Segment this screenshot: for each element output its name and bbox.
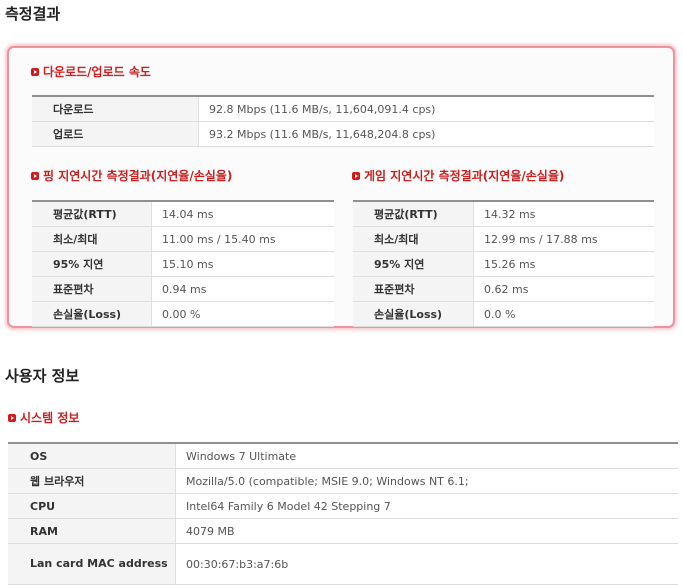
game-heading-label: 게임 지연시간 측정결과(지연율/손실율)	[364, 169, 565, 183]
table-row: 표준편차 0.62 ms	[353, 276, 654, 302]
section-bullet-icon	[31, 68, 39, 76]
speed-section-heading: 다운로드/업로드 속도	[31, 63, 151, 80]
ping-stddev-label: 표준편차	[32, 276, 152, 302]
game-loss-value: 0.0 %	[473, 301, 654, 327]
ping-rtt-value: 14.04 ms	[151, 201, 334, 227]
table-row: 95% 지연 15.10 ms	[32, 251, 334, 277]
table-row: 최소/최대 11.00 ms / 15.40 ms	[32, 226, 334, 252]
game-rtt-label: 평균값(RTT)	[353, 201, 474, 227]
download-value: 92.8 Mbps (11.6 MB/s, 11,604,091.4 cps)	[198, 96, 654, 122]
user-info-title: 사용자 정보	[5, 367, 80, 385]
game-minmax-value: 12.99 ms / 17.88 ms	[473, 226, 654, 252]
table-row: 95% 지연 15.26 ms	[353, 251, 654, 277]
system-heading-label: 시스템 정보	[20, 411, 80, 425]
table-row: CPU Intel64 Family 6 Model 42 Stepping 7	[8, 493, 678, 519]
table-row: 웹 브라우저 Mozilla/5.0 (compatible; MSIE 9.0…	[8, 468, 678, 494]
table-row: 손실율(Loss) 0.0 %	[353, 301, 654, 327]
browser-label: 웹 브라우저	[8, 468, 176, 494]
table-row: 최소/최대 12.99 ms / 17.88 ms	[353, 226, 654, 252]
game-loss-label: 손실율(Loss)	[353, 301, 474, 327]
ping-minmax-label: 최소/최대	[32, 226, 152, 252]
ping-minmax-value: 11.00 ms / 15.40 ms	[151, 226, 334, 252]
section-bullet-icon	[352, 172, 360, 180]
table-row: 다운로드 92.8 Mbps (11.6 MB/s, 11,604,091.4 …	[32, 96, 654, 122]
upload-value: 93.2 Mbps (11.6 MB/s, 11,648,204.8 cps)	[198, 121, 654, 147]
upload-label: 업로드	[32, 121, 199, 147]
os-value: Windows 7 Ultimate	[175, 443, 678, 469]
speed-heading-label: 다운로드/업로드 속도	[43, 65, 151, 79]
ping-p95-label: 95% 지연	[32, 251, 152, 277]
ping-loss-value: 0.00 %	[151, 301, 334, 327]
game-section-heading: 게임 지연시간 측정결과(지연율/손실율)	[352, 167, 564, 184]
table-row: 업로드 93.2 Mbps (11.6 MB/s, 11,648,204.8 c…	[32, 121, 654, 147]
game-rtt-value: 14.32 ms	[473, 201, 654, 227]
table-row: 평균값(RTT) 14.04 ms	[32, 201, 334, 227]
ping-heading-label: 핑 지연시간 측정결과(지연율/손실율)	[43, 169, 233, 183]
table-row: 평균값(RTT) 14.32 ms	[353, 201, 654, 227]
game-minmax-label: 최소/최대	[353, 226, 474, 252]
ping-table: 평균값(RTT) 14.04 ms 최소/최대 11.00 ms / 15.40…	[32, 200, 334, 327]
game-table: 평균값(RTT) 14.32 ms 최소/최대 12.99 ms / 17.88…	[353, 200, 654, 327]
system-section-heading: 시스템 정보	[8, 409, 79, 426]
table-row: RAM 4079 MB	[8, 518, 678, 544]
table-row: OS Windows 7 Ultimate	[8, 443, 678, 469]
game-stddev-label: 표준편차	[353, 276, 474, 302]
browser-value: Mozilla/5.0 (compatible; MSIE 9.0; Windo…	[175, 468, 678, 494]
game-p95-value: 15.26 ms	[473, 251, 654, 277]
table-row: 표준편차 0.94 ms	[32, 276, 334, 302]
section-bullet-icon	[31, 172, 39, 180]
cpu-label: CPU	[8, 493, 176, 519]
table-row: Lan card MAC address 00:30:67:b3:a7:6b	[8, 543, 678, 585]
ping-rtt-label: 평균값(RTT)	[32, 201, 152, 227]
page-title: 측정결과	[5, 5, 61, 23]
mac-value: 00:30:67:b3:a7:6b	[175, 543, 678, 585]
game-p95-label: 95% 지연	[353, 251, 474, 277]
cpu-value: Intel64 Family 6 Model 42 Stepping 7	[175, 493, 678, 519]
ping-stddev-value: 0.94 ms	[151, 276, 334, 302]
ping-section-heading: 핑 지연시간 측정결과(지연율/손실율)	[31, 167, 232, 184]
ram-value: 4079 MB	[175, 518, 678, 544]
ping-p95-value: 15.10 ms	[151, 251, 334, 277]
system-table: OS Windows 7 Ultimate 웹 브라우저 Mozilla/5.0…	[8, 442, 678, 585]
section-bullet-icon	[8, 414, 16, 422]
ping-loss-label: 손실율(Loss)	[32, 301, 152, 327]
os-label: OS	[8, 443, 176, 469]
table-row: 손실율(Loss) 0.00 %	[32, 301, 334, 327]
ram-label: RAM	[8, 518, 176, 544]
mac-label: Lan card MAC address	[8, 543, 176, 585]
speed-table: 다운로드 92.8 Mbps (11.6 MB/s, 11,604,091.4 …	[32, 95, 654, 147]
download-label: 다운로드	[32, 96, 199, 122]
game-stddev-value: 0.62 ms	[473, 276, 654, 302]
